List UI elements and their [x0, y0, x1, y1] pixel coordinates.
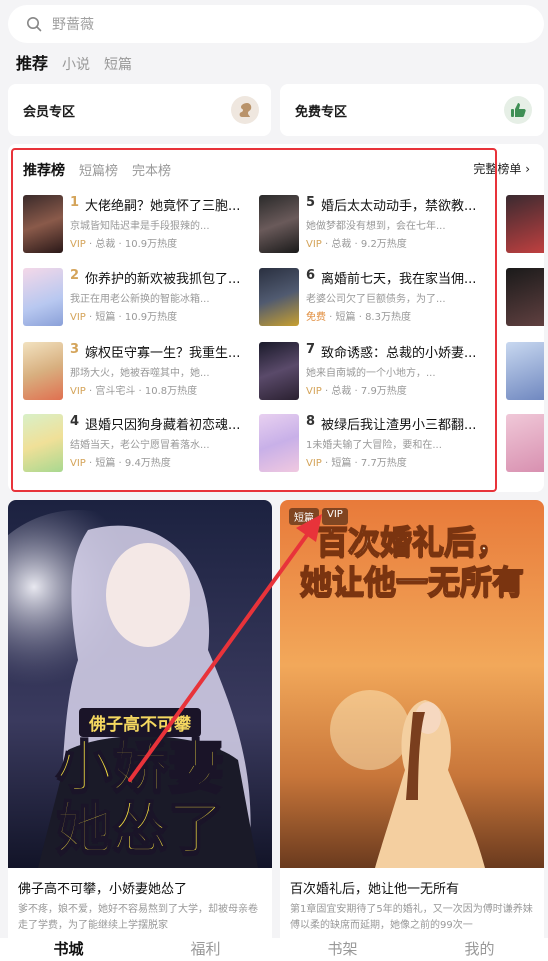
tab-recommend-rank[interactable]: 推荐榜	[23, 160, 65, 180]
book-meta: VIP · 短篇 · 7.7万热度	[306, 458, 407, 469]
tab-short[interactable]: 短篇	[104, 54, 132, 74]
book-card[interactable]: 佛子高不可攀 小娇妻 她怂了 佛子高不可攀，小娇妻她怂了 爹不疼，娘不爱，她好不…	[8, 500, 272, 945]
peek-cover	[506, 414, 544, 472]
book-cover	[23, 414, 63, 472]
peek-cover	[506, 342, 544, 400]
book-title: 婚后太太动动手，禁欲教...	[321, 199, 477, 214]
book-meta: 免费 · 短篇 · 8.3万热度	[306, 312, 411, 323]
card-title: 佛子高不可攀，小娇妻她怂了	[18, 882, 188, 897]
nav-welfare[interactable]: 福利	[137, 938, 274, 961]
rank-number: 6	[306, 268, 316, 283]
rank-item[interactable]: 6 离婚前七天，我在家当佣... 老婆公司欠了巨额债务，为了... 免费 · 短…	[259, 268, 489, 330]
book-desc: 1未婚夫输了大冒险，要和在...	[306, 440, 442, 451]
book-title: 大佬绝嗣？她竟怀了三胞...	[85, 199, 241, 214]
book-cover	[259, 195, 299, 253]
book-card[interactable]: 短篇 VIP 百次婚礼后， 她让他一无所有 百次婚礼后，她让他一无所有 第1章固…	[280, 500, 544, 945]
rank-item[interactable]: 7 致命诱惑：总裁的小娇妻... 她来自南城的一个小地方，... VIP · 总…	[259, 342, 489, 404]
book-title: 离婚前七天，我在家当佣...	[321, 272, 477, 287]
book-cover	[259, 268, 299, 326]
book-desc: 她做梦都没有想到，会在七年...	[306, 221, 446, 232]
book-title: 被绿后我让渣男小三都翻...	[321, 418, 477, 433]
book-cover	[23, 268, 63, 326]
free-zone-button[interactable]: 免费专区	[280, 84, 544, 136]
squirrel-icon	[231, 96, 259, 124]
book-desc: 我正在用老公新换的智能冰箱...	[70, 294, 210, 305]
top-tabs: 推荐 小说 短篇	[16, 50, 132, 74]
card-desc: 第1章固宜安期待了5年的婚礼，又一次因为傅时谦养妹傅以柔的缺席而延期，她像之前的…	[290, 904, 533, 931]
book-title: 嫁权臣守寡一生？我重生...	[85, 346, 241, 361]
search-placeholder: 野蔷薇	[52, 17, 94, 33]
rank-item[interactable]: 8 被绿后我让渣男小三都翻... 1未婚夫输了大冒险，要和在... VIP · …	[259, 414, 489, 476]
book-cover	[259, 414, 299, 472]
rank-item[interactable]: 2 你养护的新欢被我抓包了... 我正在用老公新换的智能冰箱... VIP · …	[23, 268, 253, 330]
peek-cover	[506, 195, 544, 253]
rank-item[interactable]: 3 嫁权臣守寡一生？我重生... 那场大火，她被吞噬其中，她... VIP · …	[23, 342, 253, 404]
book-cover	[259, 342, 299, 400]
book-meta: VIP · 短篇 · 10.9万热度	[70, 312, 178, 323]
peek-cover	[506, 268, 544, 326]
book-cover	[23, 195, 63, 253]
book-desc: 老婆公司欠了巨额债务，为了...	[306, 294, 446, 305]
rank-number: 5	[306, 195, 316, 210]
nav-bookstore[interactable]: 书城	[0, 938, 137, 961]
card-title: 百次婚礼后，她让他一无所有	[290, 882, 460, 897]
book-desc: 她来自南城的一个小地方，...	[306, 368, 436, 379]
poster-text: 百次婚礼后， 她让他一无所有	[299, 522, 525, 602]
book-desc: 那场大火，她被吞噬其中，她...	[70, 368, 210, 379]
rank-number: 1	[70, 195, 80, 210]
nav-bookshelf[interactable]: 书架	[274, 938, 411, 961]
card-desc: 爹不疼，娘不爱，她好不容易熬到了大学，却被母亲卷走了学费，为了能继续上学摆脱家	[18, 904, 258, 931]
ranking-panel: 推荐榜 短篇榜 完本榜 完整榜单 › 1 大佬绝嗣？她竟怀了三胞... 京城皆知…	[8, 144, 544, 492]
nav-mine[interactable]: 我的	[411, 938, 548, 961]
tab-complete-rank[interactable]: 完本榜	[132, 160, 171, 179]
tab-novel[interactable]: 小说	[62, 54, 90, 74]
search-bar[interactable]: 野蔷薇	[8, 5, 544, 43]
book-title: 致命诱惑：总裁的小娇妻...	[321, 346, 477, 361]
free-zone-label: 免费专区	[295, 104, 348, 120]
book-desc: 京城皆知陆迟聿是手段狠辣的...	[70, 221, 210, 232]
vip-zone-label: 会员专区	[23, 104, 76, 120]
book-desc: 结婚当天，老公宁愿冒着落水...	[70, 440, 210, 451]
poster-text: 佛子高不可攀 小娇妻 她怂了	[8, 708, 272, 862]
book-meta: VIP · 总裁 · 9.2万热度	[306, 239, 407, 250]
tab-short-rank[interactable]: 短篇榜	[79, 160, 118, 179]
book-title: 退婚只因狗身藏着初恋魂...	[85, 418, 241, 433]
book-meta: VIP · 总裁 · 7.9万热度	[306, 386, 407, 397]
search-icon	[27, 17, 42, 32]
rank-number: 8	[306, 414, 316, 429]
rank-item[interactable]: 1 大佬绝嗣？她竟怀了三胞... 京城皆知陆迟聿是手段狠辣的... VIP · …	[23, 195, 253, 257]
rank-item[interactable]: 5 婚后太太动动手，禁欲教... 她做梦都没有想到，会在七年... VIP · …	[259, 195, 489, 257]
rank-number: 4	[70, 414, 80, 429]
full-ranking-link[interactable]: 完整榜单 ›	[473, 160, 530, 177]
bottom-nav: 书城 福利 书架 我的	[0, 938, 548, 961]
book-meta: VIP · 短篇 · 9.4万热度	[70, 458, 171, 469]
book-meta: VIP · 总裁 · 10.9万热度	[70, 239, 178, 250]
rank-number: 7	[306, 342, 316, 357]
book-cover	[23, 342, 63, 400]
tab-recommend[interactable]: 推荐	[16, 50, 48, 74]
rank-number: 3	[70, 342, 80, 357]
rank-item[interactable]: 4 退婚只因狗身藏着初恋魂... 结婚当天，老公宁愿冒着落水... VIP · …	[23, 414, 253, 476]
vip-zone-button[interactable]: 会员专区	[8, 84, 271, 136]
book-meta: VIP · 宫斗宅斗 · 10.8万热度	[70, 386, 198, 397]
rank-number: 2	[70, 268, 80, 283]
thumbs-up-icon	[504, 96, 532, 124]
book-title: 你养护的新欢被我抓包了...	[85, 272, 241, 287]
